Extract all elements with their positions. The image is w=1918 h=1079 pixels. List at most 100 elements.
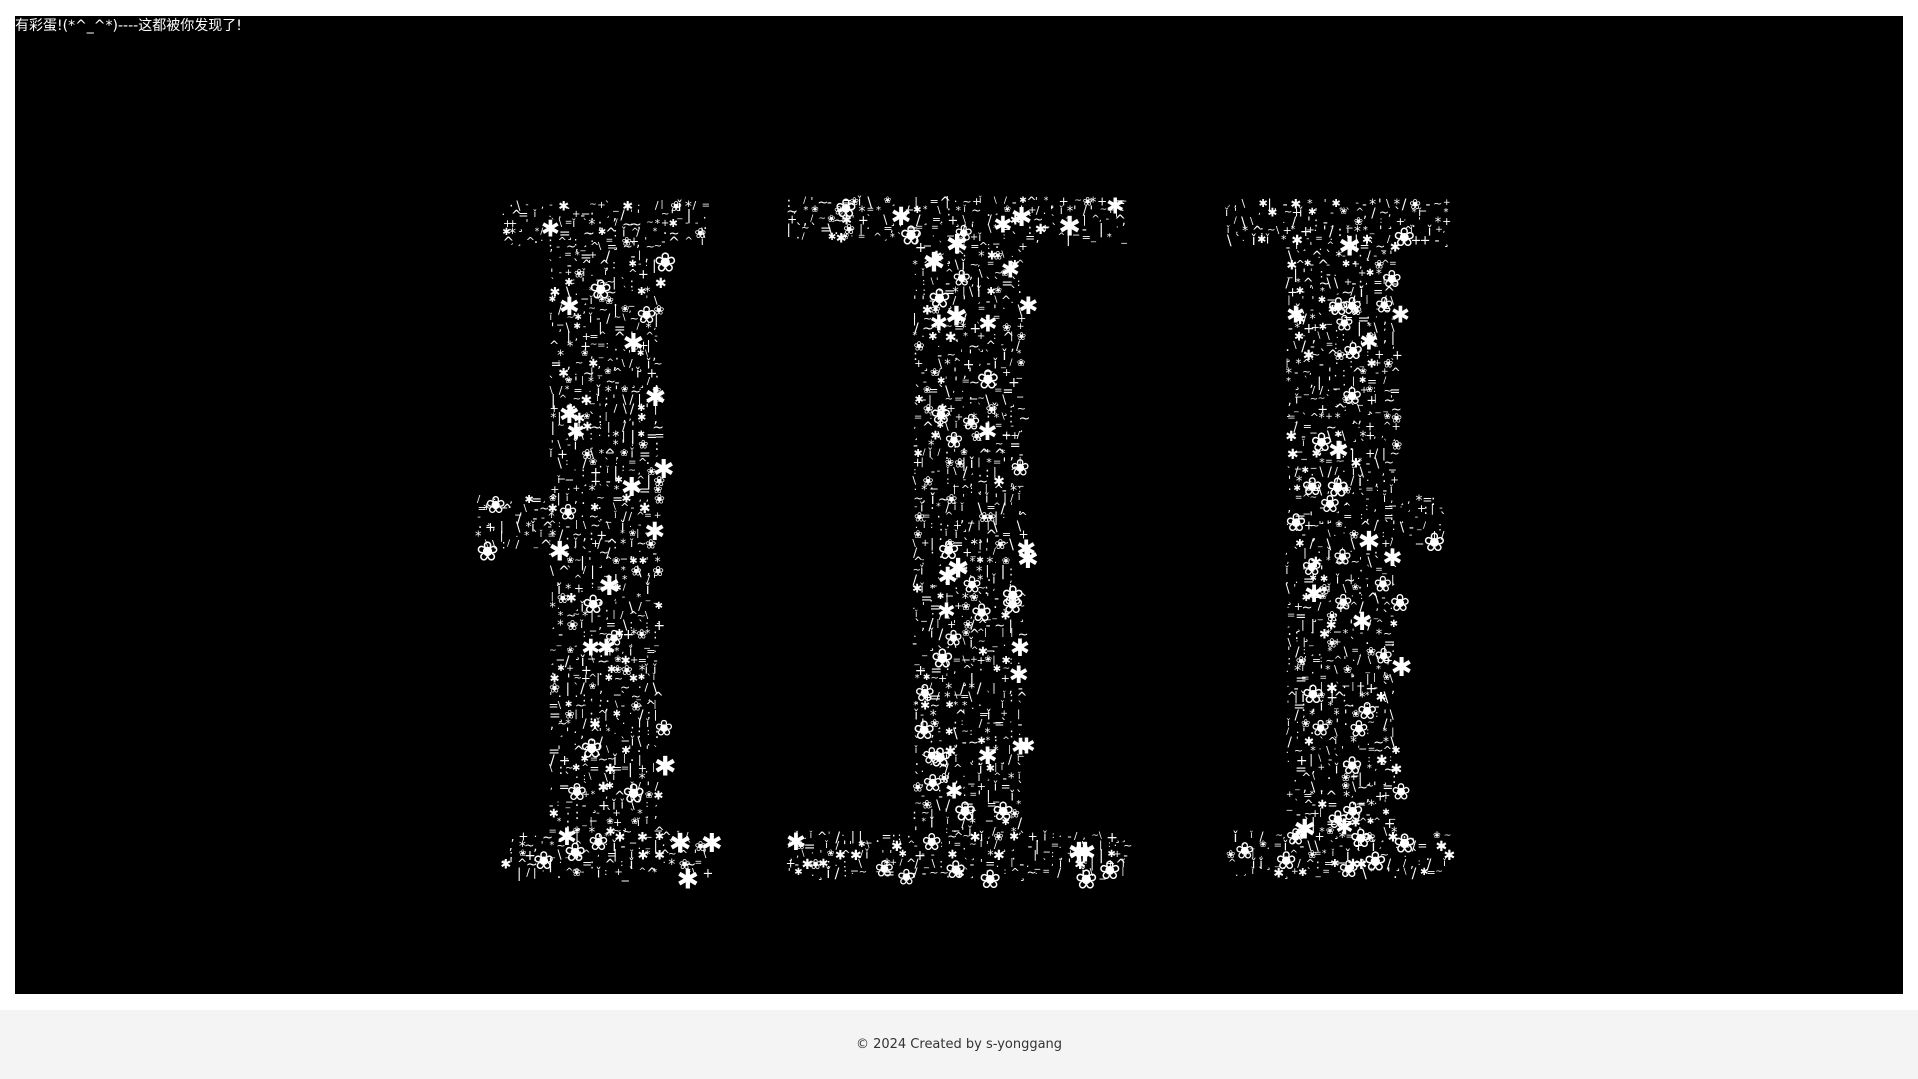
ascii-glyph: , bbox=[1365, 277, 1368, 287]
ascii-glyph: _ bbox=[1300, 447, 1307, 460]
ascii-glyph: · bbox=[1374, 799, 1377, 810]
ascii-glyph: * bbox=[606, 727, 611, 737]
ascii-glyph: \ bbox=[937, 429, 941, 442]
ascii-glyph: · bbox=[663, 858, 666, 869]
ascii-glyph: ` bbox=[623, 285, 628, 296]
ascii-glyph: , bbox=[1010, 339, 1014, 354]
ascii-glyph: , bbox=[550, 717, 554, 732]
ascii-glyph: ǐ bbox=[1319, 699, 1324, 714]
ascii-glyph: / bbox=[583, 565, 587, 576]
ascii-glyph: \ bbox=[1375, 456, 1380, 471]
ascii-glyph: * bbox=[668, 857, 675, 873]
ascii-glyph: ' bbox=[913, 294, 916, 308]
ascii-glyph: | bbox=[533, 866, 537, 879]
ascii-glyph: · bbox=[639, 312, 643, 328]
ascii-glyph: · bbox=[984, 313, 987, 324]
ascii-glyph: . bbox=[1242, 234, 1245, 244]
ascii-glyph: ǐ bbox=[1335, 573, 1340, 587]
ascii-glyph: ` bbox=[938, 258, 944, 271]
ascii-glyph: _ bbox=[985, 807, 993, 822]
ascii-glyph: ¸ bbox=[817, 866, 824, 881]
ascii-glyph: _ bbox=[1043, 839, 1051, 853]
ascii-glyph: _ bbox=[581, 817, 587, 827]
ascii-glyph: ~ bbox=[1433, 197, 1442, 210]
ascii-glyph: | bbox=[1319, 808, 1322, 818]
ascii-glyph: - bbox=[622, 592, 626, 603]
ascii-glyph: ¸ bbox=[1443, 233, 1450, 248]
ascii-glyph: - bbox=[912, 636, 917, 652]
ascii-glyph: \ bbox=[1400, 520, 1405, 535]
ascii-glyph: ǐ bbox=[588, 312, 593, 326]
ascii-glyph: * bbox=[993, 744, 999, 758]
ascii-glyph: , bbox=[492, 520, 496, 533]
ascii-glyph: ¸ bbox=[969, 866, 975, 879]
ascii-glyph: ' bbox=[1319, 519, 1322, 532]
ascii-glyph: | bbox=[652, 258, 656, 273]
ascii-glyph: ¸ bbox=[1019, 609, 1025, 623]
ascii-glyph: ¸ bbox=[510, 236, 515, 246]
ascii-glyph: : bbox=[1003, 232, 1006, 242]
ascii-glyph: ✱ bbox=[629, 672, 638, 685]
ascii-glyph: . bbox=[1311, 663, 1315, 677]
ascii-glyph: ǐ bbox=[979, 840, 983, 850]
ascii-glyph: - bbox=[1319, 357, 1324, 373]
ascii-glyph: ¸ bbox=[517, 217, 524, 233]
ascii-glyph: : bbox=[1423, 502, 1428, 518]
ascii-glyph: . bbox=[1003, 636, 1007, 649]
ascii-glyph: ~ bbox=[1310, 493, 1318, 503]
ascii-glyph: . bbox=[851, 867, 854, 877]
ascii-glyph: : bbox=[1375, 709, 1378, 720]
ascii-glyph: ¸ bbox=[1019, 866, 1026, 882]
ascii-glyph: ^ bbox=[685, 236, 693, 247]
ascii-glyph: ` bbox=[939, 222, 944, 233]
ascii-glyph: ` bbox=[1235, 233, 1242, 248]
ascii-glyph: : bbox=[604, 867, 607, 878]
ascii-glyph: | bbox=[652, 763, 655, 773]
ascii-glyph: : bbox=[1370, 233, 1374, 246]
ascii-glyph: | bbox=[517, 866, 521, 881]
ascii-glyph: ' bbox=[549, 867, 552, 878]
ascii-glyph: . bbox=[614, 727, 617, 737]
ascii-glyph: ' bbox=[509, 857, 513, 872]
ascii-glyph: ` bbox=[492, 502, 498, 515]
ascii-glyph: | bbox=[786, 222, 790, 237]
ascii-glyph: - bbox=[1288, 321, 1293, 337]
ascii-glyph: · bbox=[574, 466, 577, 476]
ascii-glyph: ¸ bbox=[1302, 241, 1307, 252]
ascii-glyph: ¸ bbox=[1335, 501, 1341, 514]
ascii-glyph: ✱ bbox=[794, 867, 802, 878]
ascii-glyph: - bbox=[827, 195, 832, 211]
ascii-glyph: ¸ bbox=[962, 519, 968, 533]
ascii-glyph: = bbox=[993, 313, 1001, 323]
ascii-glyph: = bbox=[1322, 867, 1330, 877]
ascii-glyph: ` bbox=[605, 483, 611, 496]
ascii-glyph: * bbox=[876, 205, 881, 216]
ascii-glyph: \ bbox=[1404, 867, 1408, 877]
ascii-glyph: . bbox=[567, 199, 571, 212]
ascii-glyph: + bbox=[702, 866, 713, 881]
ascii-glyph: · bbox=[1001, 849, 1004, 860]
ascii-glyph: ' bbox=[828, 831, 830, 841]
ascii-glyph: * bbox=[1343, 627, 1349, 640]
canvas-stage: · \ -, - ✱. _ ~ + ` _ ✱ · / | ❀ ǐ * / = · ^ = ǐ., + -: ¸, / ' ' ~ ' _ |.… bbox=[15, 16, 1903, 994]
ascii-glyph: · bbox=[1116, 223, 1119, 233]
ascii-glyph: \ bbox=[598, 241, 602, 252]
ascii-glyph: ✱ bbox=[654, 752, 677, 783]
ascii-glyph: ǐ bbox=[864, 848, 869, 862]
ascii-glyph: · bbox=[540, 236, 543, 247]
ascii-glyph: , bbox=[575, 330, 579, 343]
ascii-glyph: ¸ bbox=[986, 772, 991, 782]
ascii-glyph: ' bbox=[931, 780, 935, 795]
ascii-glyph: · bbox=[937, 574, 940, 584]
ascii-glyph: = bbox=[1082, 231, 1091, 244]
ascii-glyph: ` bbox=[1307, 866, 1312, 878]
ascii-glyph: ' bbox=[551, 321, 555, 336]
ascii-glyph: * bbox=[685, 866, 691, 879]
ascii-glyph: \ bbox=[1276, 225, 1280, 236]
ascii-glyph: _ bbox=[565, 849, 571, 859]
ascii-glyph: ^ bbox=[873, 232, 881, 243]
ascii-glyph: ' bbox=[1358, 825, 1361, 838]
ascii-glyph: : bbox=[940, 840, 943, 850]
ascii-glyph: ^ bbox=[1058, 232, 1066, 242]
ascii-glyph: . bbox=[994, 556, 997, 566]
